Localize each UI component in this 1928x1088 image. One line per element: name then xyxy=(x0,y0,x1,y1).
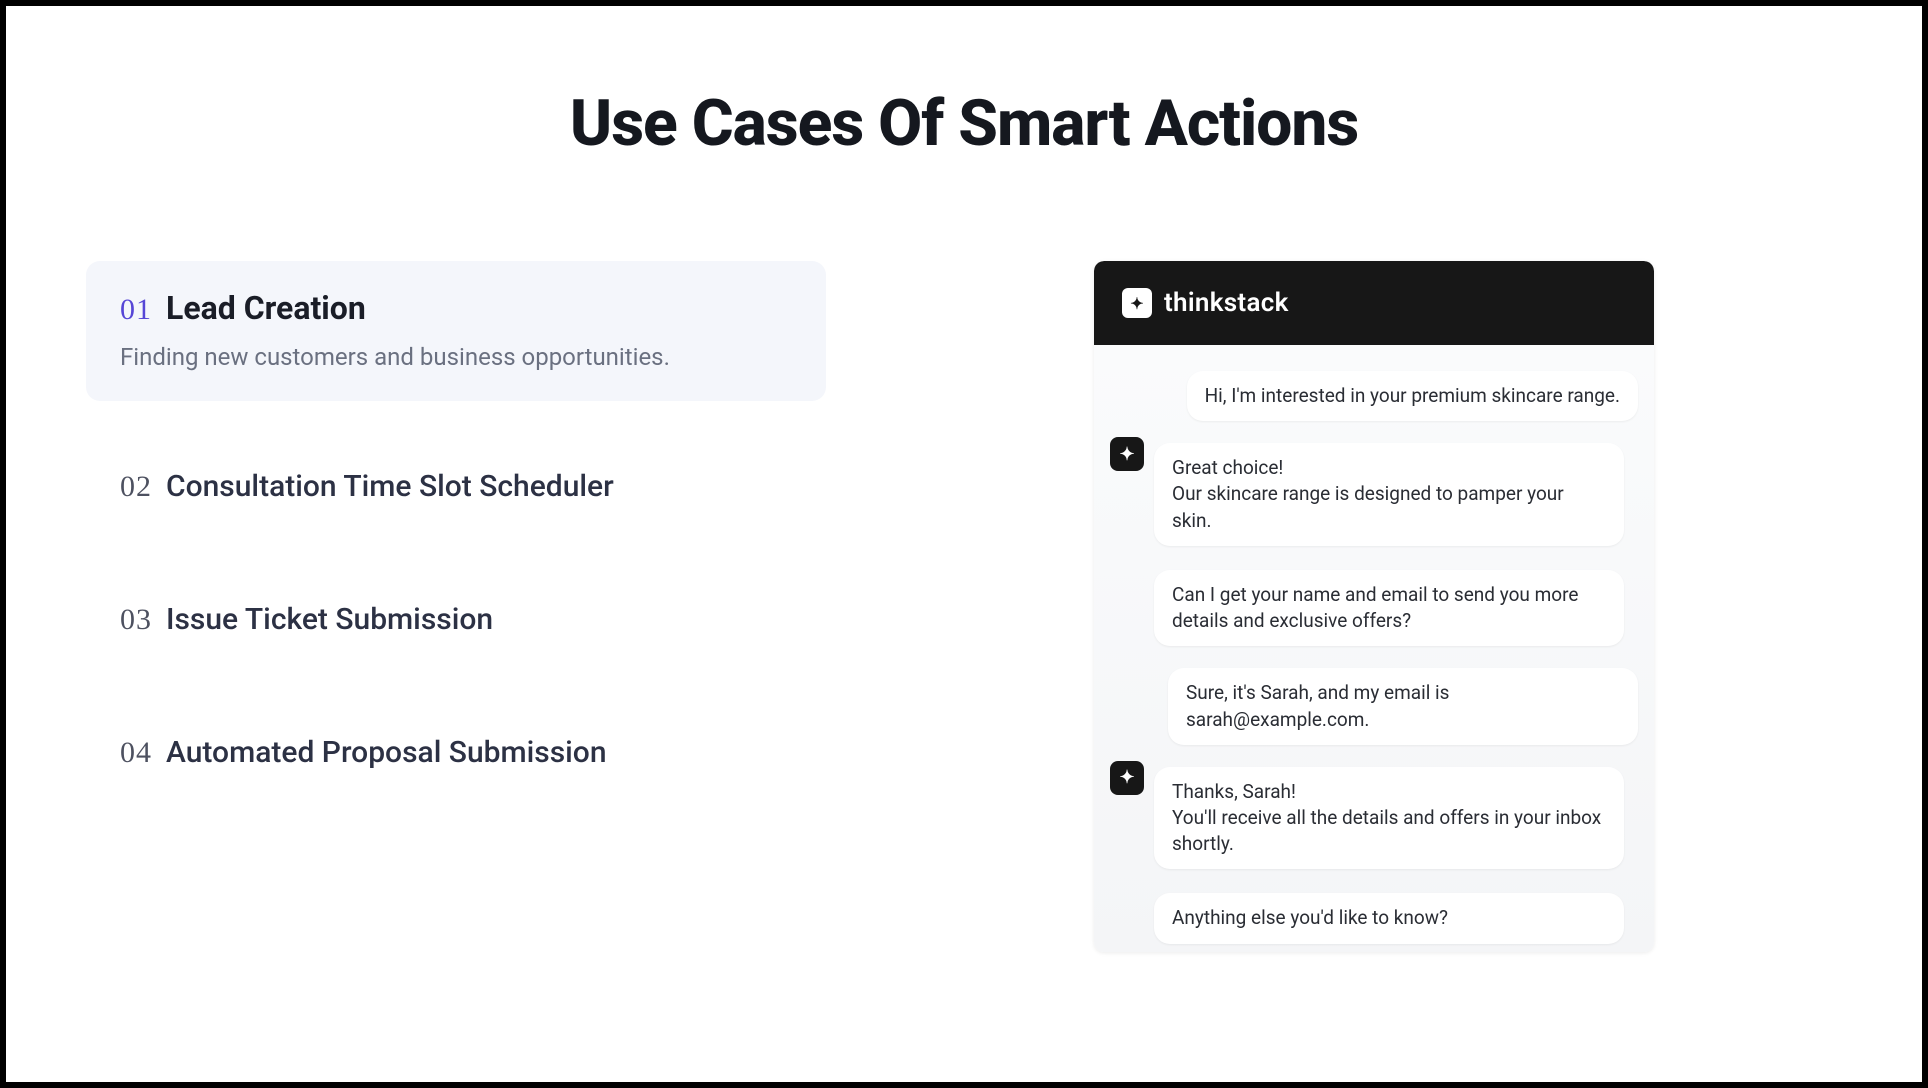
chat-preview-panel: ✦ thinkstack Hi, I'm interested in your … xyxy=(906,261,1842,952)
chat-bubble: Sure, it's Sarah, and my email is sarah@… xyxy=(1168,668,1638,744)
tab-lead-creation[interactable]: 01 Lead Creation Finding new customers a… xyxy=(86,261,826,401)
content-row: 01 Lead Creation Finding new customers a… xyxy=(86,261,1842,952)
chat-bubble: Anything else you'd like to know? xyxy=(1154,893,1624,943)
tab-number: 03 xyxy=(120,603,152,637)
chat-message-user: Sure, it's Sarah, and my email is sarah@… xyxy=(1110,668,1638,744)
tab-automated-proposal[interactable]: 04 Automated Proposal Submission xyxy=(86,707,826,800)
page-title: Use Cases Of Smart Actions xyxy=(86,86,1842,161)
chat-message-user: Hi, I'm interested in your premium skinc… xyxy=(1110,371,1638,421)
brand-logo-icon: ✦ xyxy=(1122,288,1152,318)
tab-consultation-scheduler[interactable]: 02 Consultation Time Slot Scheduler xyxy=(86,441,826,534)
use-case-tabs: 01 Lead Creation Finding new customers a… xyxy=(86,261,826,800)
tab-title: Lead Creation xyxy=(166,289,366,327)
chat-bubble: Hi, I'm interested in your premium skinc… xyxy=(1187,371,1638,421)
tab-number: 02 xyxy=(120,470,152,504)
bot-avatar-icon: ✦ xyxy=(1110,437,1144,471)
chat-widget: ✦ thinkstack Hi, I'm interested in your … xyxy=(1094,261,1654,952)
chat-bubble: Great choice! Our skincare range is desi… xyxy=(1154,443,1624,546)
chat-header: ✦ thinkstack xyxy=(1094,261,1654,345)
tab-number: 01 xyxy=(120,293,152,327)
slide-frame: Use Cases Of Smart Actions 01 Lead Creat… xyxy=(0,0,1928,1088)
tab-number: 04 xyxy=(120,736,152,770)
tab-title: Consultation Time Slot Scheduler xyxy=(166,469,614,504)
tab-description: Finding new customers and business oppor… xyxy=(120,343,792,371)
chat-body: Hi, I'm interested in your premium skinc… xyxy=(1094,345,1654,952)
bot-avatar-icon: ✦ xyxy=(1110,761,1144,795)
tab-title: Issue Ticket Submission xyxy=(166,602,493,637)
tab-title: Automated Proposal Submission xyxy=(166,735,607,770)
chat-bubble: Thanks, Sarah! You'll receive all the de… xyxy=(1154,767,1624,870)
chat-message-bot: ✦ Great choice! Our skincare range is de… xyxy=(1110,443,1638,646)
tab-issue-ticket[interactable]: 03 Issue Ticket Submission xyxy=(86,574,826,667)
chat-message-bot: ✦ Thanks, Sarah! You'll receive all the … xyxy=(1110,767,1638,944)
chat-brand-name: thinkstack xyxy=(1164,288,1289,318)
chat-bubble: Can I get your name and email to send yo… xyxy=(1154,570,1624,646)
